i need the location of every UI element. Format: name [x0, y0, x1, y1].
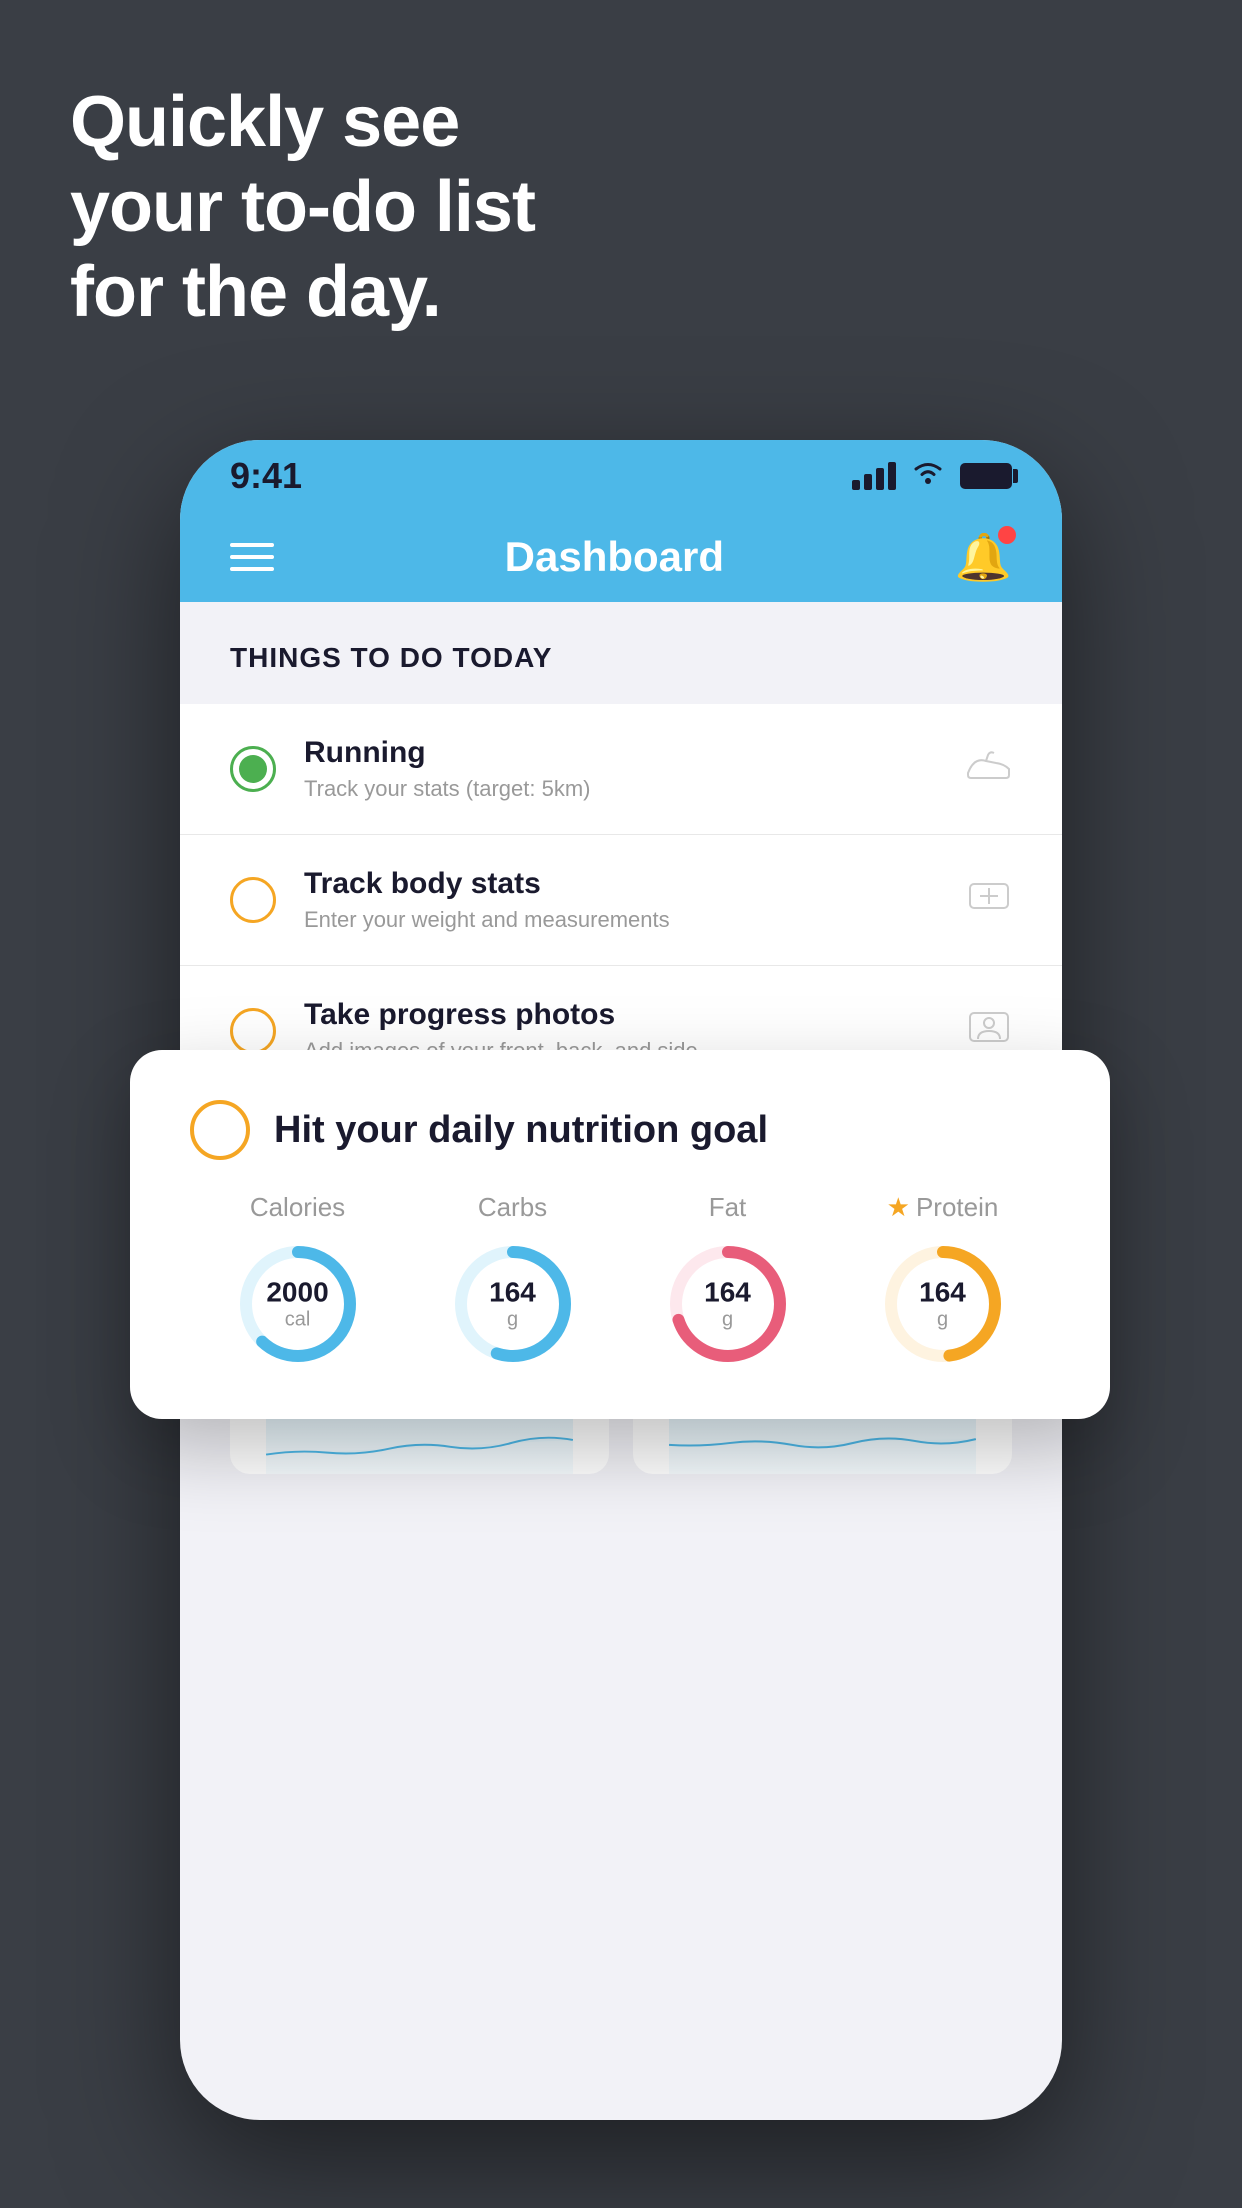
todo-check-photos	[230, 1008, 276, 1054]
star-icon: ★	[887, 1192, 910, 1223]
protein-unit: g	[919, 1309, 966, 1332]
protein-label: Protein	[916, 1192, 998, 1223]
todo-check-running	[230, 746, 276, 792]
fat-donut: 164 g	[663, 1239, 793, 1369]
calories-label: Calories	[250, 1192, 345, 1223]
status-icons	[852, 458, 1012, 494]
stat-carbs: Carbs 164 g	[448, 1192, 578, 1369]
carbs-value: 164	[489, 1277, 536, 1309]
wifi-icon	[910, 458, 946, 494]
status-time: 9:41	[230, 455, 302, 497]
protein-donut: 164 g	[878, 1239, 1008, 1369]
carbs-unit: g	[489, 1309, 536, 1332]
signal-icon	[852, 462, 896, 490]
stat-fat: Fat 164 g	[663, 1192, 793, 1369]
nutrition-card-header: Hit your daily nutrition goal	[190, 1100, 1050, 1160]
nutrition-stats-row: Calories 2000 cal Carbs	[190, 1192, 1050, 1369]
hamburger-menu[interactable]	[230, 543, 274, 571]
calories-unit: cal	[266, 1309, 328, 1332]
fat-unit: g	[704, 1309, 751, 1332]
nav-title: Dashboard	[505, 533, 724, 581]
person-icon	[966, 1009, 1012, 1054]
todo-check-body-stats	[230, 877, 276, 923]
calories-donut: 2000 cal	[233, 1239, 363, 1369]
nav-bar: Dashboard 🔔	[180, 512, 1062, 602]
carbs-label: Carbs	[478, 1192, 547, 1223]
notification-bell[interactable]: 🔔	[955, 530, 1012, 585]
stat-calories: Calories 2000 cal	[233, 1192, 363, 1369]
todo-item-running[interactable]: Running Track your stats (target: 5km)	[180, 704, 1062, 835]
notification-dot	[998, 526, 1016, 544]
todo-subtitle-body-stats: Enter your weight and measurements	[304, 907, 966, 933]
todo-title-photos: Take progress photos	[304, 998, 966, 1032]
carbs-donut: 164 g	[448, 1239, 578, 1369]
shoe-icon	[966, 747, 1012, 792]
calories-value: 2000	[266, 1277, 328, 1309]
things-to-do-title: THINGS TO DO TODAY	[230, 642, 1012, 674]
nutrition-title: Hit your daily nutrition goal	[274, 1109, 768, 1152]
todo-title-running: Running	[304, 736, 966, 770]
nutrition-card: Hit your daily nutrition goal Calories 2…	[130, 1050, 1110, 1419]
fat-label: Fat	[709, 1192, 747, 1223]
protein-value: 164	[919, 1277, 966, 1309]
todo-list: Running Track your stats (target: 5km) T…	[180, 704, 1062, 1097]
content-area: THINGS TO DO TODAY	[180, 602, 1062, 674]
fat-value: 164	[704, 1277, 751, 1309]
todo-subtitle-running: Track your stats (target: 5km)	[304, 776, 966, 802]
todo-item-body-stats[interactable]: Track body stats Enter your weight and m…	[180, 835, 1062, 966]
scale-icon	[966, 878, 1012, 923]
hero-text: Quickly see your to-do list for the day.	[70, 80, 535, 335]
todo-title-body-stats: Track body stats	[304, 867, 966, 901]
battery-icon	[960, 463, 1012, 489]
stat-protein: ★ Protein 164 g	[878, 1192, 1008, 1369]
status-bar: 9:41	[180, 440, 1062, 512]
nutrition-check-circle	[190, 1100, 250, 1160]
